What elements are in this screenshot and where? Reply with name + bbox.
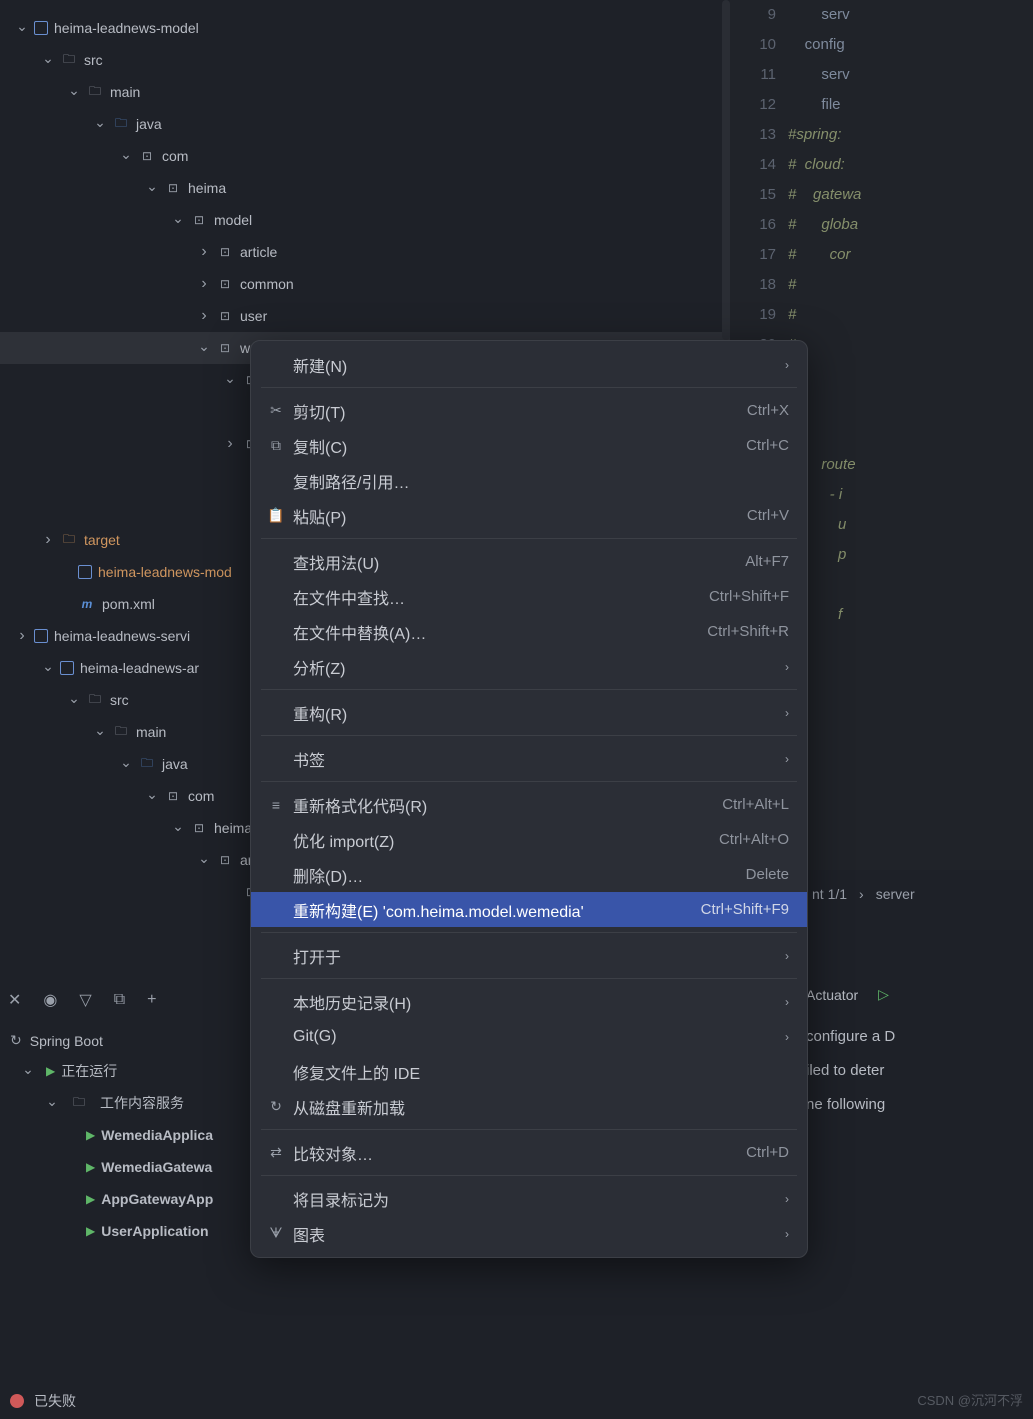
folder-icon: 🗀: [60, 51, 78, 69]
menu-rebuild[interactable]: 重新构建(E) 'com.heima.model.wemedia'Ctrl+Sh…: [251, 892, 807, 927]
menu-copy[interactable]: ⧉复制(C)Ctrl+C: [251, 428, 807, 463]
module-icon: [34, 629, 48, 643]
package-icon: ⊡: [216, 851, 234, 869]
tree-package[interactable]: ⊡heima: [0, 172, 730, 204]
watermark: CSDN @沉河不浮: [917, 1390, 1023, 1409]
menu-diagrams[interactable]: ᗖ图表›: [251, 1216, 807, 1251]
breadcrumb[interactable]: nt 1/1›server: [806, 886, 921, 902]
menu-git[interactable]: Git(G)›: [251, 1019, 807, 1054]
folder-icon: 🗀: [86, 691, 104, 709]
package-icon: ⊡: [216, 243, 234, 261]
menu-local-history[interactable]: 本地历史记录(H)›: [251, 984, 807, 1019]
menu-repair-ide[interactable]: 修复文件上的 IDE: [251, 1054, 807, 1089]
iml-icon: [78, 565, 92, 579]
status-bar: 已失败: [10, 1391, 76, 1411]
eye-icon[interactable]: ◉: [43, 990, 57, 1010]
menu-refactor[interactable]: 重构(R)›: [251, 695, 807, 730]
actuator-bar: Actuator ▷: [806, 986, 889, 1003]
package-icon: ⊡: [190, 211, 208, 229]
module-icon: [60, 661, 74, 675]
context-menu: 新建(N)› ✂剪切(T)Ctrl+X ⧉复制(C)Ctrl+C 复制路径/引用…: [250, 340, 808, 1258]
run-icon[interactable]: ▷: [878, 986, 889, 1003]
cut-icon: ✂: [265, 402, 287, 419]
play-icon: ▶: [86, 1160, 95, 1174]
menu-paste[interactable]: 📋粘贴(P)Ctrl+V: [251, 498, 807, 533]
package-icon: ⊡: [216, 307, 234, 325]
scrollbar[interactable]: [722, 0, 730, 340]
excluded-folder-icon: 🗀: [60, 531, 78, 549]
package-icon: ⊡: [164, 179, 182, 197]
tree-package[interactable]: ⊡common: [0, 268, 730, 300]
play-icon: ▶: [46, 1064, 55, 1078]
source-folder-icon: 🗀: [138, 755, 156, 773]
menu-copy-path[interactable]: 复制路径/引用…: [251, 463, 807, 498]
package-icon: ⊡: [216, 275, 234, 293]
package-icon: ⊡: [138, 147, 156, 165]
menu-reformat[interactable]: ≡重新格式化代码(R)Ctrl+Alt+L: [251, 787, 807, 822]
reload-icon: ↻: [265, 1098, 287, 1115]
error-dot-icon: [10, 1394, 24, 1408]
code-area[interactable]: serv config serv file#spring:# cloud:# g…: [788, 0, 1033, 660]
menu-mark-dir[interactable]: 将目录标记为›: [251, 1181, 807, 1216]
tree-module[interactable]: heima-leadnews-model: [0, 12, 730, 44]
tree-java[interactable]: 🗀java: [0, 108, 730, 140]
folder-icon: 🗀: [86, 83, 104, 101]
menu-bookmarks[interactable]: 书签›: [251, 741, 807, 776]
tree-main[interactable]: 🗀main: [0, 76, 730, 108]
package-icon: ⊡: [190, 819, 208, 837]
package-icon: ⊡: [164, 787, 182, 805]
tree-package[interactable]: ⊡model: [0, 204, 730, 236]
console-output[interactable]: configure a Diled to deterne following: [806, 1020, 895, 1122]
tree-package[interactable]: ⊡article: [0, 236, 730, 268]
folder-icon: 🗀: [70, 1094, 88, 1112]
add-tab-icon[interactable]: ⧉: [114, 991, 125, 1009]
menu-new[interactable]: 新建(N)›: [251, 347, 807, 382]
module-icon: [34, 21, 48, 35]
menu-replace-in-files[interactable]: 在文件中替换(A)…Ctrl+Shift+R: [251, 614, 807, 649]
menu-find-usages[interactable]: 查找用法(U)Alt+F7: [251, 544, 807, 579]
plus-icon[interactable]: +: [147, 991, 156, 1009]
play-icon: ▶: [86, 1128, 95, 1142]
close-icon[interactable]: ✕: [8, 990, 21, 1010]
menu-optimize[interactable]: 优化 import(Z)Ctrl+Alt+O: [251, 822, 807, 857]
menu-open-in[interactable]: 打开于›: [251, 938, 807, 973]
source-folder-icon: 🗀: [112, 115, 130, 133]
tree-package[interactable]: ⊡user: [0, 300, 730, 332]
compare-icon: ⇄: [265, 1144, 287, 1161]
folder-icon: 🗀: [112, 723, 130, 741]
status-text: 已失败: [34, 1391, 76, 1411]
menu-reload-disk[interactable]: ↻从磁盘重新加载: [251, 1089, 807, 1124]
menu-cut[interactable]: ✂剪切(T)Ctrl+X: [251, 393, 807, 428]
menu-compare[interactable]: ⇄比较对象…Ctrl+D: [251, 1135, 807, 1170]
diagram-icon: ᗖ: [265, 1225, 287, 1242]
play-icon: ▶: [86, 1192, 95, 1206]
toolwindow-toolbar: ✕ ◉ ▽ ⧉ +: [0, 980, 156, 1020]
maven-icon: m: [78, 595, 96, 613]
reformat-icon: ≡: [265, 797, 287, 813]
paste-icon: 📋: [265, 507, 287, 524]
menu-find-in-files[interactable]: 在文件中查找…Ctrl+Shift+F: [251, 579, 807, 614]
filter-icon[interactable]: ▽: [79, 990, 91, 1010]
menu-delete[interactable]: 删除(D)…Delete: [251, 857, 807, 892]
actuator-label[interactable]: Actuator: [806, 987, 858, 1003]
play-icon: ▶: [86, 1224, 95, 1238]
copy-icon: ⧉: [265, 437, 287, 454]
tree-src[interactable]: 🗀src: [0, 44, 730, 76]
menu-analyze[interactable]: 分析(Z)›: [251, 649, 807, 684]
reload-icon[interactable]: ↻: [10, 1032, 22, 1049]
package-icon: ⊡: [216, 339, 234, 357]
tree-package[interactable]: ⊡com: [0, 140, 730, 172]
spring-boot-label: Spring Boot: [30, 1033, 103, 1049]
